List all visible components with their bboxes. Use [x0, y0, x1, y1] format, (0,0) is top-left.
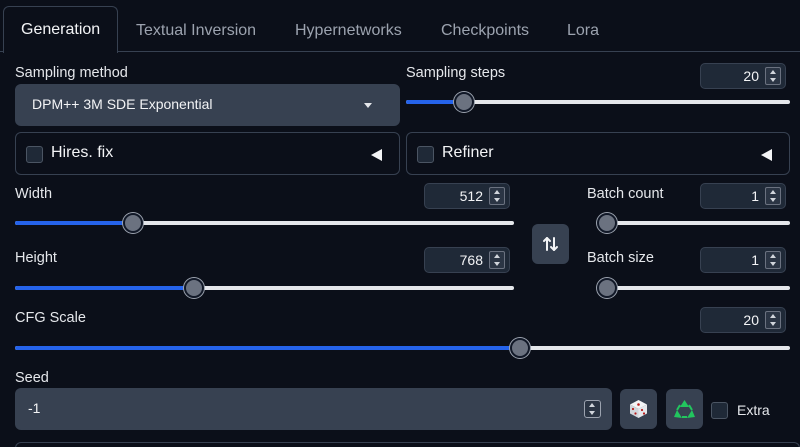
stepper-icon[interactable]: [765, 187, 781, 205]
sampling-steps-label: Sampling steps: [406, 65, 506, 81]
stepper-icon[interactable]: [765, 251, 781, 269]
sampling-method-value: DPM++ 3M SDE Exponential: [32, 96, 213, 112]
cfg-scale-input[interactable]: 20: [700, 307, 786, 333]
stepper-icon[interactable]: [765, 67, 781, 85]
slider-track: [597, 221, 790, 225]
height-slider[interactable]: [15, 278, 514, 298]
batch-size-value: 1: [751, 252, 759, 268]
seed-value: -1: [28, 400, 41, 416]
seed-label: Seed: [15, 370, 49, 386]
slider-thumb[interactable]: [510, 338, 531, 358]
stepper-icon[interactable]: [489, 187, 505, 205]
batch-size-label: Batch size: [587, 250, 654, 266]
next-section-border: [15, 442, 800, 447]
swap-arrows-icon: [543, 237, 558, 251]
slider-fill: [15, 346, 521, 350]
random-seed-button[interactable]: [620, 389, 657, 429]
swap-dimensions-button[interactable]: [532, 224, 569, 264]
reuse-seed-button[interactable]: [666, 389, 703, 429]
tab-textual-inversion[interactable]: Textual Inversion: [136, 10, 256, 51]
width-input[interactable]: 512: [424, 183, 510, 209]
tab-generation[interactable]: Generation: [3, 6, 119, 53]
width-value: 512: [459, 188, 483, 204]
collapse-arrow-icon[interactable]: [761, 149, 772, 161]
batch-count-input[interactable]: 1: [700, 183, 786, 209]
sampling-method-label: Sampling method: [15, 65, 128, 81]
sampling-steps-value: 20: [743, 68, 759, 84]
slider-track: [597, 286, 790, 290]
width-slider[interactable]: [15, 213, 514, 233]
refiner-label: Refiner: [442, 144, 494, 161]
stepper-icon[interactable]: [489, 251, 505, 269]
collapse-arrow-icon[interactable]: [371, 149, 382, 161]
batch-size-slider[interactable]: [597, 278, 790, 298]
stepper-icon[interactable]: [584, 400, 601, 418]
cfg-scale-slider[interactable]: [15, 338, 790, 358]
slider-thumb[interactable]: [122, 213, 143, 233]
sampling-method-dropdown[interactable]: DPM++ 3M SDE Exponential: [15, 84, 400, 126]
batch-size-input[interactable]: 1: [700, 247, 786, 273]
slider-thumb[interactable]: [183, 278, 204, 298]
tab-hypernetworks[interactable]: Hypernetworks: [295, 10, 402, 51]
extra-checkbox[interactable]: [711, 402, 728, 419]
stepper-icon[interactable]: [765, 311, 781, 329]
sampling-steps-input[interactable]: 20: [700, 63, 786, 89]
tab-lora[interactable]: Lora: [567, 10, 599, 51]
batch-count-value: 1: [751, 188, 759, 204]
seed-input[interactable]: -1: [15, 388, 612, 430]
dice-icon: [630, 400, 647, 418]
slider-thumb[interactable]: [597, 213, 617, 233]
extra-label: Extra: [737, 402, 770, 418]
slider-fill: [15, 221, 133, 225]
recycle-icon: [674, 400, 695, 418]
batch-count-slider[interactable]: [597, 213, 790, 233]
cfg-scale-value: 20: [743, 312, 759, 328]
tab-bar: Generation Textual Inversion Hypernetwor…: [0, 0, 800, 53]
hires-fix-checkbox[interactable]: [26, 146, 43, 163]
cfg-scale-label: CFG Scale: [15, 310, 86, 326]
height-input[interactable]: 768: [424, 247, 510, 273]
chevron-down-icon: [364, 103, 372, 108]
slider-thumb[interactable]: [597, 278, 617, 298]
slider-fill: [15, 286, 194, 290]
sampling-steps-slider[interactable]: [406, 92, 790, 112]
slider-thumb[interactable]: [453, 92, 474, 112]
width-label: Width: [15, 186, 53, 202]
tab-checkpoints[interactable]: Checkpoints: [441, 10, 529, 51]
refiner-checkbox[interactable]: [417, 146, 434, 163]
height-label: Height: [15, 250, 57, 266]
refiner-accordion[interactable]: Refiner: [406, 132, 790, 175]
height-value: 768: [459, 252, 483, 268]
batch-count-label: Batch count: [587, 186, 664, 202]
hires-fix-accordion[interactable]: Hires. fix: [15, 132, 400, 175]
hires-fix-label: Hires. fix: [51, 144, 114, 161]
